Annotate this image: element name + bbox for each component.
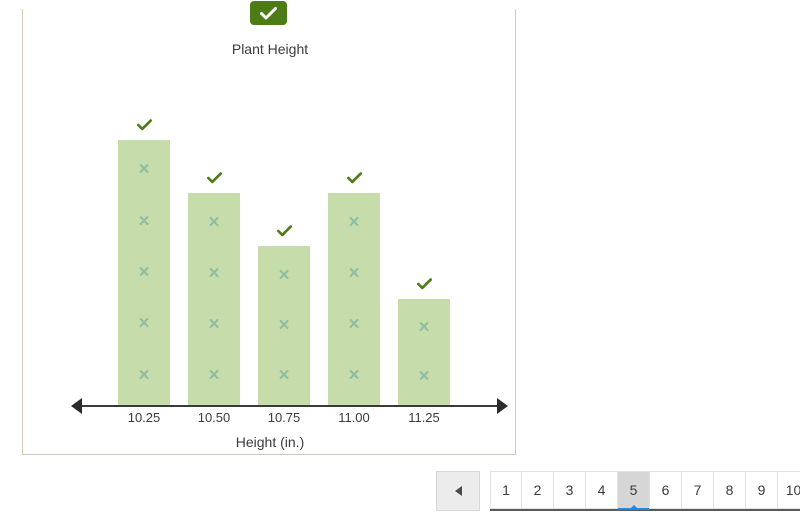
plot-columns: × × × × × × × × × × × × × × × × × × — [118, 69, 468, 405]
pagination-page-8[interactable]: 8 — [714, 471, 746, 509]
plot-column: × × × × × — [118, 69, 170, 405]
data-mark-x-icon: × — [138, 364, 150, 386]
clipped-top-text: · · · · · — [0, 0, 800, 7]
data-mark-x-icon: × — [208, 212, 220, 233]
data-mark-x-icon: × — [278, 314, 290, 336]
x-axis-tick-label: 11.25 — [408, 410, 440, 425]
data-mark-x-icon: × — [278, 365, 290, 387]
pagination-page-5[interactable]: 5 — [618, 471, 650, 510]
column-check-icon — [258, 222, 310, 240]
pagination-page-label: 8 — [725, 482, 734, 498]
bar: × × × × × — [118, 140, 170, 405]
clipped-text-left: · · — [118, 0, 130, 6]
column-check-icon — [188, 169, 240, 187]
pagination-page-label: 6 — [661, 482, 670, 498]
plot-column: × × — [398, 69, 450, 405]
pagination-page-label: 10 — [785, 482, 800, 498]
triangle-left-icon — [454, 486, 462, 496]
data-mark-x-icon: × — [418, 317, 430, 338]
data-mark-x-icon: × — [208, 365, 220, 386]
column-check-icon — [398, 275, 450, 293]
x-axis-arrow-right-icon — [497, 398, 508, 414]
plot-column: × × × × — [188, 69, 240, 405]
x-axis-tick-label: 11.00 — [338, 410, 370, 425]
pagination-page-label: 1 — [502, 482, 510, 498]
data-mark-x-icon: × — [348, 212, 360, 233]
data-mark-x-icon: × — [348, 365, 360, 386]
data-mark-x-icon: × — [138, 313, 150, 335]
x-axis-line — [78, 405, 503, 407]
x-axis-tick-label: 10.25 — [127, 410, 161, 425]
pagination-page-3[interactable]: 3 — [554, 471, 586, 509]
pagination-page-6[interactable]: 6 — [650, 471, 682, 509]
chart-title: Plant Height — [231, 41, 309, 57]
pagination-page-label: 3 — [565, 482, 574, 498]
data-mark-x-icon: × — [138, 210, 150, 232]
data-mark-x-icon: × — [138, 261, 150, 283]
bar: × × — [398, 299, 450, 405]
x-axis-arrow-left-icon — [71, 398, 82, 414]
correct-answer-check-badge — [250, 1, 287, 25]
pagination-page-list: 1 2 3 4 5 6 7 8 9 10 — [490, 471, 800, 511]
pagination-prev-button[interactable] — [436, 471, 480, 511]
bar: × × × × — [328, 193, 380, 405]
column-check-icon — [328, 169, 380, 187]
x-axis-label: Height (in.) — [235, 434, 305, 450]
data-mark-x-icon: × — [348, 263, 360, 284]
data-mark-x-icon: × — [278, 264, 290, 286]
pagination-page-label: 7 — [693, 482, 702, 498]
bar: × × × × — [188, 193, 240, 405]
data-mark-x-icon: × — [208, 314, 220, 335]
pagination-page-2[interactable]: 2 — [522, 471, 554, 509]
pagination-page-9[interactable]: 9 — [746, 471, 778, 509]
pagination-page-4[interactable]: 4 — [586, 471, 618, 509]
data-mark-x-icon: × — [418, 366, 430, 387]
x-axis-tick-label: 10.50 — [197, 410, 231, 425]
data-mark-x-icon: × — [348, 314, 360, 335]
pagination-page-label: 9 — [757, 482, 766, 498]
active-page-caret-icon — [628, 505, 639, 510]
pagination-page-10[interactable]: 10 — [778, 471, 800, 509]
pagination-page-label: 2 — [533, 482, 542, 498]
pagination: 1 2 3 4 5 6 7 8 9 10 — [436, 471, 800, 511]
clipped-text-right: · · · — [545, 0, 565, 6]
data-mark-x-icon: × — [138, 159, 150, 181]
x-axis-tick-label: 10.75 — [267, 410, 301, 425]
plot-column: × × × × — [328, 69, 380, 405]
pagination-page-7[interactable]: 7 — [682, 471, 714, 509]
bar: × × × — [258, 246, 310, 405]
column-check-icon — [118, 116, 170, 134]
pagination-page-1[interactable]: 1 — [490, 471, 522, 509]
plot-column: × × × — [258, 69, 310, 405]
pagination-page-label: 5 — [629, 482, 638, 498]
answer-card: Plant Height × × × × × × × × × × × × × × × × × × Height (… — [22, 9, 516, 455]
data-mark-x-icon: × — [208, 263, 220, 284]
pagination-page-label: 4 — [597, 482, 606, 498]
dot-plot-figure: Plant Height × × × × × × × × × × × × × × × × × × Height (… — [23, 9, 517, 455]
